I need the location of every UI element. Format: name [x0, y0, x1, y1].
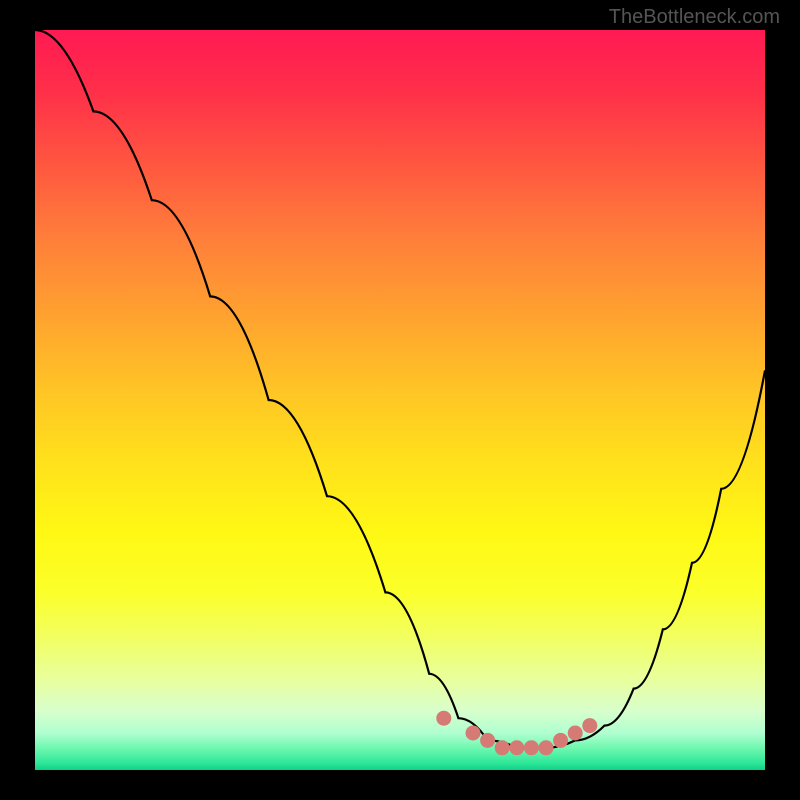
plot-area — [35, 30, 765, 770]
optimal-dot — [568, 726, 583, 741]
optimal-dot — [582, 718, 597, 733]
optimal-dot — [553, 733, 568, 748]
bottleneck-curve — [35, 30, 765, 770]
watermark-text: TheBottleneck.com — [609, 6, 780, 29]
optimal-dot — [466, 726, 481, 741]
optimal-dot — [539, 740, 554, 755]
optimal-dot — [495, 740, 510, 755]
optimal-dot — [509, 740, 524, 755]
optimal-dot — [524, 740, 539, 755]
optimal-dot — [480, 733, 495, 748]
optimal-dot — [436, 711, 451, 726]
